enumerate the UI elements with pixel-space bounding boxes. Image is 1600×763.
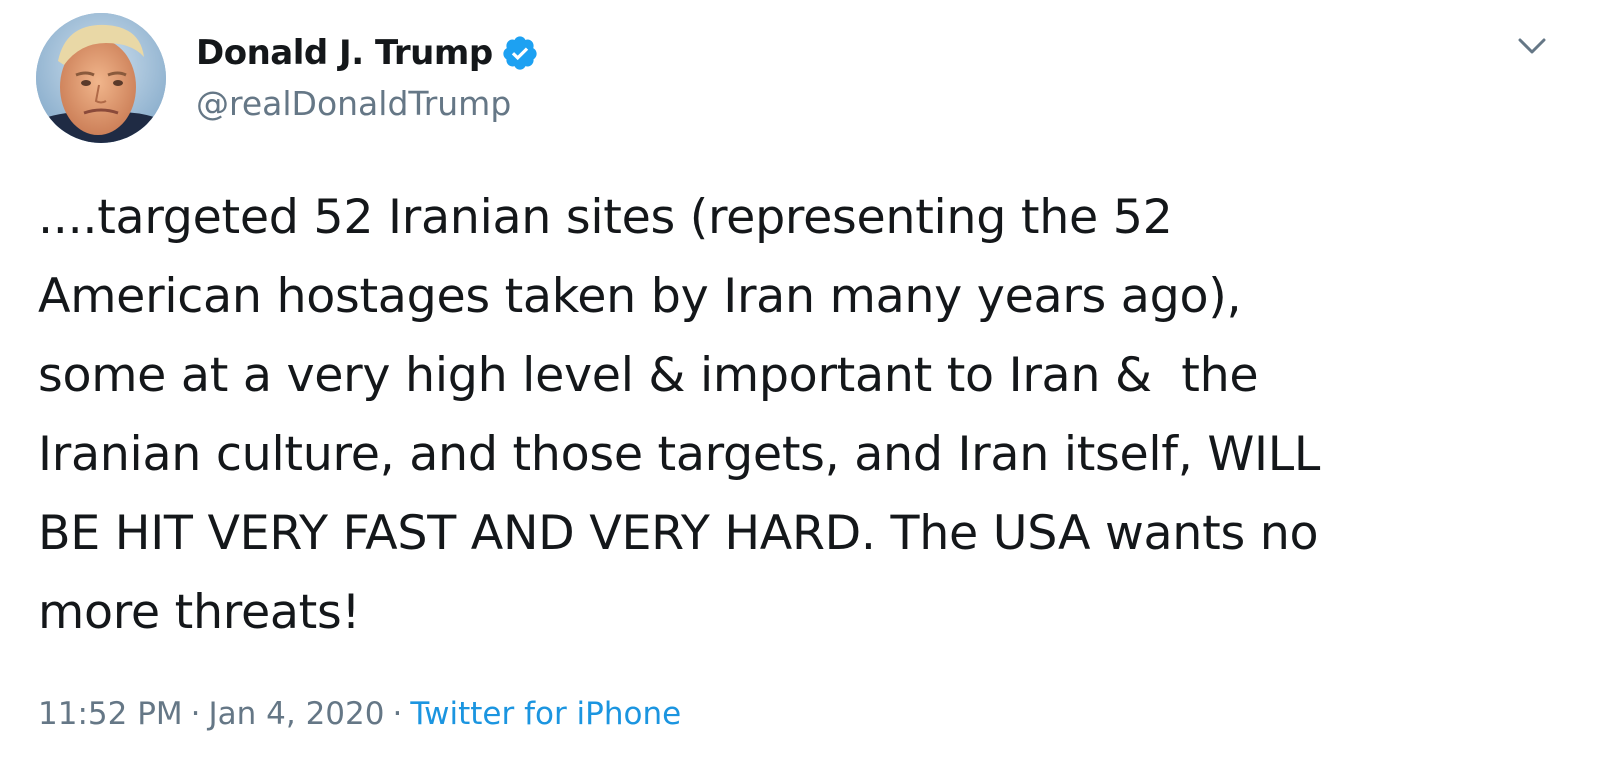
tweet-text-line: Iranian culture, and those targets, and … bbox=[38, 427, 1321, 482]
avatar-image bbox=[36, 13, 166, 143]
tweet-text-line: BE HIT VERY FAST AND VERY HARD. The USA … bbox=[38, 506, 1319, 561]
tweet-text: ....targeted 52 Iranian sites (represent… bbox=[38, 178, 1568, 652]
tweet-date[interactable]: Jan 4, 2020 bbox=[209, 696, 385, 732]
tweet-text-line: American hostages taken by Iran many yea… bbox=[38, 269, 1242, 324]
tweet-text-line: some at a very high level & important to… bbox=[38, 348, 1259, 403]
tweet-card: Donald J. Trump @realDonaldTrump ....tar… bbox=[0, 0, 1600, 763]
avatar[interactable] bbox=[36, 13, 166, 143]
meta-separator: · bbox=[190, 696, 201, 732]
name-row: Donald J. Trump bbox=[196, 31, 539, 75]
meta-separator: · bbox=[392, 696, 403, 732]
display-name[interactable]: Donald J. Trump bbox=[196, 31, 493, 75]
tweet-text-line: ....targeted 52 Iranian sites (represent… bbox=[38, 190, 1173, 245]
author-info: Donald J. Trump @realDonaldTrump bbox=[196, 31, 539, 125]
tweet-source-link[interactable]: Twitter for iPhone bbox=[410, 696, 681, 732]
tweet-header: Donald J. Trump @realDonaldTrump bbox=[36, 12, 539, 144]
tweet-time[interactable]: 11:52 PM bbox=[38, 696, 183, 732]
tweet-meta: 11:52 PM · Jan 4, 2020 · Twitter for iPhone bbox=[38, 692, 681, 736]
verified-badge-icon bbox=[501, 34, 539, 72]
tweet-text-line: more threats! bbox=[38, 585, 361, 640]
chevron-down-icon[interactable] bbox=[1510, 26, 1554, 66]
author-handle[interactable]: @realDonaldTrump bbox=[196, 83, 539, 125]
